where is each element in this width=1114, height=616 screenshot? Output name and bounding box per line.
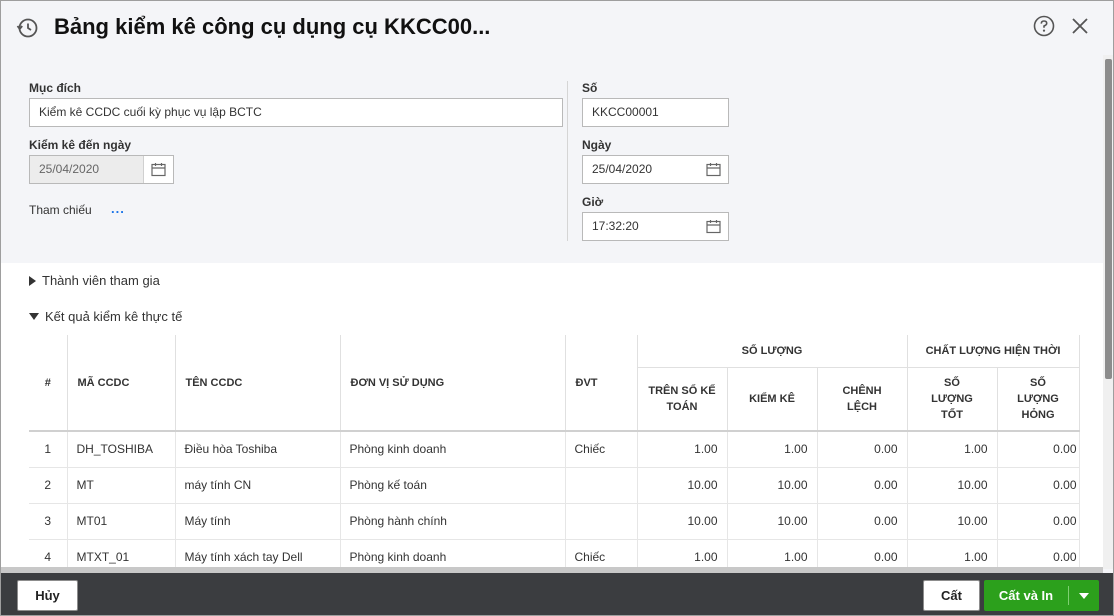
cell-book[interactable]: 1.00 bbox=[637, 539, 728, 569]
cell-book[interactable]: 1.00 bbox=[637, 431, 728, 468]
content-panel: Thành viên tham gia Kết quả kiểm kê thực… bbox=[1, 263, 1103, 569]
col-header-broken[interactable]: SỐ LƯỢNG HỎNG bbox=[997, 367, 1080, 432]
cell-good[interactable]: 1.00 bbox=[907, 539, 998, 569]
cell-uom[interactable]: Chiếc bbox=[565, 539, 638, 569]
col-header-counted[interactable]: KIỂM KÊ bbox=[727, 367, 818, 432]
cell-name[interactable]: Máy tính xách tay Dell bbox=[175, 539, 341, 569]
calendar-icon[interactable] bbox=[698, 156, 728, 183]
cell-name[interactable]: Điều hòa Toshiba bbox=[175, 431, 341, 468]
col-header-book[interactable]: TRÊN SỔ KẾ TOÁN bbox=[637, 367, 728, 432]
dropdown-arrow-icon[interactable] bbox=[1069, 580, 1099, 611]
col-header-unit[interactable]: ĐƠN VỊ SỬ DỤNG bbox=[340, 335, 566, 432]
col-header-diff[interactable]: CHÊNH LỆCH bbox=[817, 367, 908, 432]
cancel-button[interactable]: Hủy bbox=[17, 580, 78, 611]
cell-broken[interactable]: 0.00 bbox=[997, 431, 1080, 468]
col-header-uom[interactable]: ĐVT bbox=[565, 335, 638, 432]
table-row[interactable]: 2 MT máy tính CN Phòng kế toán 10.00 10.… bbox=[29, 467, 1080, 504]
check-date-label: Kiểm kê đến ngày bbox=[29, 138, 132, 152]
cell-diff[interactable]: 0.00 bbox=[817, 431, 908, 468]
save-button[interactable]: Cất bbox=[923, 580, 980, 611]
cell-no: 4 bbox=[29, 539, 68, 569]
dialog-header: Bảng kiểm kê công cụ dụng cụ KKCC00... bbox=[1, 1, 1113, 55]
save-and-print-label[interactable]: Cất và In bbox=[984, 580, 1068, 611]
time-value[interactable]: 17:32:20 bbox=[583, 213, 648, 240]
cell-no: 1 bbox=[29, 431, 68, 468]
history-icon[interactable] bbox=[15, 16, 39, 40]
table-row[interactable]: 1 DH_TOSHIBA Điều hòa Toshiba Phòng kinh… bbox=[29, 431, 1080, 468]
date-label: Ngày bbox=[582, 138, 612, 152]
cell-good[interactable]: 10.00 bbox=[907, 503, 998, 540]
cell-uom[interactable] bbox=[565, 503, 638, 540]
members-section-toggle[interactable]: Thành viên tham gia bbox=[29, 273, 160, 288]
col-header-good[interactable]: SỐ LƯỢNG TỐT bbox=[907, 367, 998, 432]
purpose-input[interactable]: Kiểm kê CCDC cuối kỳ phục vụ lập BCTC bbox=[29, 98, 563, 127]
save-and-print-button[interactable]: Cất và In bbox=[984, 580, 1099, 611]
cell-code[interactable]: MT bbox=[67, 467, 176, 504]
members-section-label: Thành viên tham gia bbox=[42, 273, 160, 288]
close-icon[interactable] bbox=[1070, 16, 1090, 36]
time-field[interactable]: 17:32:20 bbox=[582, 212, 729, 241]
dialog-title: Bảng kiểm kê công cụ dụng cụ KKCC00... bbox=[54, 14, 491, 39]
results-table: # MÃ CCDC TÊN CCDC ĐƠN VỊ SỬ DỤNG ĐVT SỐ… bbox=[29, 335, 1080, 569]
cell-good[interactable]: 1.00 bbox=[907, 431, 998, 468]
cell-unit[interactable]: Phòng hành chính bbox=[340, 503, 566, 540]
cell-diff[interactable]: 0.00 bbox=[817, 467, 908, 504]
cell-no: 2 bbox=[29, 467, 68, 504]
table-row[interactable]: 4 MTXT_01 Máy tính xách tay Dell Phòng k… bbox=[29, 539, 1080, 569]
col-group-quantity: SỐ LƯỢNG bbox=[637, 335, 908, 368]
number-label: Số bbox=[582, 81, 598, 95]
cell-uom[interactable] bbox=[565, 467, 638, 504]
cell-diff[interactable]: 0.00 bbox=[817, 503, 908, 540]
cell-broken[interactable]: 0.00 bbox=[997, 503, 1080, 540]
date-field[interactable]: 25/04/2020 bbox=[582, 155, 729, 184]
time-label: Giờ bbox=[582, 195, 604, 209]
reference-link[interactable]: ... bbox=[111, 201, 125, 216]
cell-broken[interactable]: 0.00 bbox=[997, 539, 1080, 569]
cell-counted[interactable]: 1.00 bbox=[727, 539, 818, 569]
calendar-icon[interactable] bbox=[698, 213, 728, 240]
cell-uom[interactable]: Chiếc bbox=[565, 431, 638, 468]
cell-unit[interactable]: Phòng kinh doanh bbox=[340, 539, 566, 569]
col-group-quality: CHẤT LƯỢNG HIỆN THỜI bbox=[907, 335, 1080, 368]
help-icon[interactable] bbox=[1033, 15, 1055, 37]
col-header-code[interactable]: MÃ CCDC bbox=[67, 335, 176, 432]
cell-code[interactable]: MTXT_01 bbox=[67, 539, 176, 569]
calendar-icon bbox=[143, 156, 173, 183]
cell-book[interactable]: 10.00 bbox=[637, 503, 728, 540]
cell-name[interactable]: Máy tính bbox=[175, 503, 341, 540]
cell-diff[interactable]: 0.00 bbox=[817, 539, 908, 569]
vertical-scrollbar-thumb[interactable] bbox=[1105, 59, 1112, 379]
cell-counted[interactable]: 1.00 bbox=[727, 431, 818, 468]
date-value[interactable]: 25/04/2020 bbox=[583, 156, 661, 183]
col-header-name[interactable]: TÊN CCDC bbox=[175, 335, 341, 432]
purpose-label: Mục đích bbox=[29, 81, 82, 95]
cell-unit[interactable]: Phòng kế toán bbox=[340, 467, 566, 504]
reference-label: Tham chiếu bbox=[29, 203, 92, 217]
table-row[interactable]: 3 MT01 Máy tính Phòng hành chính 10.00 1… bbox=[29, 503, 1080, 540]
cell-counted[interactable]: 10.00 bbox=[727, 467, 818, 504]
cell-name[interactable]: máy tính CN bbox=[175, 467, 341, 504]
cell-good[interactable]: 10.00 bbox=[907, 467, 998, 504]
cell-no: 3 bbox=[29, 503, 68, 540]
cell-book[interactable]: 10.00 bbox=[637, 467, 728, 504]
dialog-footer: Hủy Cất Cất và In bbox=[1, 573, 1113, 615]
cell-counted[interactable]: 10.00 bbox=[727, 503, 818, 540]
form-divider bbox=[567, 81, 568, 241]
cell-unit[interactable]: Phòng kinh doanh bbox=[340, 431, 566, 468]
number-input[interactable]: KKCC00001 bbox=[582, 98, 729, 127]
cell-broken[interactable]: 0.00 bbox=[997, 467, 1080, 504]
collapse-arrow-icon bbox=[29, 313, 39, 320]
dialog-window: Bảng kiểm kê công cụ dụng cụ KKCC00... M… bbox=[0, 0, 1114, 616]
expand-arrow-icon bbox=[29, 275, 36, 286]
check-date-field: 25/04/2020 bbox=[29, 155, 174, 184]
check-date-value: 25/04/2020 bbox=[30, 156, 143, 183]
col-header-no: # bbox=[29, 335, 68, 432]
cell-code[interactable]: MT01 bbox=[67, 503, 176, 540]
cell-code[interactable]: DH_TOSHIBA bbox=[67, 431, 176, 468]
results-section-label: Kết quả kiểm kê thực tế bbox=[45, 309, 183, 324]
results-section-toggle[interactable]: Kết quả kiểm kê thực tế bbox=[29, 309, 182, 324]
